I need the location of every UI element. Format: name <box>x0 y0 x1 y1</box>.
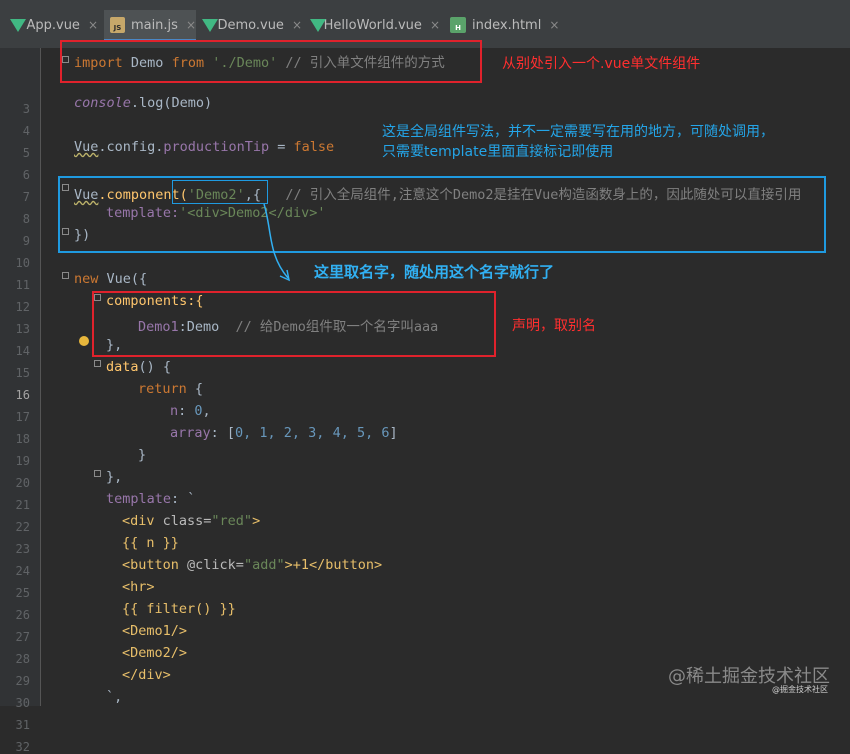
line-number[interactable]: 9 <box>0 234 30 248</box>
close-icon[interactable]: × <box>186 18 196 32</box>
line-number[interactable]: 4 <box>0 124 30 138</box>
tab-label: index.html <box>472 17 542 33</box>
editor-tab-bar: App.vue × JS main.js × Demo.vue × HelloW… <box>0 0 850 48</box>
code-line-27[interactable]: <hr> <box>122 579 155 595</box>
line-number[interactable]: 28 <box>0 652 30 666</box>
tab-label: main.js <box>130 17 178 33</box>
code-line-9[interactable]: Vue.component('Demo2',{ // 引入全局组件,注意这个De… <box>74 183 801 203</box>
tab-label: App.vue <box>26 17 80 33</box>
code-line-5[interactable]: console.log(Demo) <box>74 95 212 111</box>
arrow-icon <box>263 203 291 282</box>
code-line-32[interactable]: `, <box>106 689 122 705</box>
line-number[interactable]: 14 <box>0 344 30 358</box>
code-line-14[interactable]: components:{ <box>106 293 204 309</box>
line-number[interactable]: 32 <box>0 740 30 754</box>
code-line-21[interactable]: } <box>138 447 146 463</box>
tab-label: Demo.vue <box>217 17 284 33</box>
code-line-26[interactable]: <button @click="add">+1</button> <box>122 557 382 573</box>
code-line-16[interactable]: }, <box>106 337 122 353</box>
close-icon[interactable]: × <box>292 18 302 32</box>
code-line-23[interactable]: template: ` <box>106 491 195 507</box>
tab-index-html[interactable]: H index.html × <box>450 10 560 40</box>
line-number[interactable]: 23 <box>0 542 30 556</box>
lightbulb-icon[interactable] <box>79 336 89 346</box>
code-line-20[interactable]: array: [0, 1, 2, 3, 4, 5, 6] <box>170 425 398 441</box>
fold-marker-icon[interactable] <box>94 360 101 367</box>
html-file-icon: H <box>450 17 466 33</box>
code-line-25[interactable]: {{ n }} <box>122 535 179 551</box>
tab-main-js[interactable]: JS main.js × <box>104 10 196 42</box>
line-number[interactable]: 21 <box>0 498 30 512</box>
fold-marker-icon[interactable] <box>62 228 69 235</box>
line-number[interactable]: 26 <box>0 608 30 622</box>
tab-helloworld-vue[interactable]: HelloWorld.vue × <box>310 10 440 40</box>
line-number[interactable]: 25 <box>0 586 30 600</box>
line-number[interactable]: 20 <box>0 476 30 490</box>
tab-label: HelloWorld.vue <box>323 17 422 33</box>
import-note: 从别处引入一个.vue单文件组件 <box>502 56 701 72</box>
line-number[interactable]: 29 <box>0 674 30 688</box>
code-line-3[interactable]: import Demo from './Demo' // 引入单文件组件的方式 <box>74 51 445 71</box>
line-number[interactable]: 22 <box>0 520 30 534</box>
close-icon[interactable]: × <box>549 18 559 32</box>
code-line-19[interactable]: n: 0, <box>170 403 211 419</box>
code-line-29[interactable]: <Demo1/> <box>122 623 187 639</box>
line-number[interactable]: 10 <box>0 256 30 270</box>
fold-marker-icon[interactable] <box>94 470 101 477</box>
code-line-28[interactable]: {{ filter() }} <box>122 601 236 617</box>
code-line-22[interactable]: }, <box>106 469 122 485</box>
line-number[interactable]: 18 <box>0 432 30 446</box>
line-number[interactable]: 24 <box>0 564 30 578</box>
close-icon[interactable]: × <box>430 18 440 32</box>
tab-app-vue[interactable]: App.vue × <box>10 10 98 40</box>
global-note-line-2: 只需要template里面直接标记即使用 <box>382 144 614 160</box>
global-note-line-1: 这是全局组件写法，并不一定需要写在用的地方，可随处调用， <box>382 124 774 140</box>
fold-marker-icon[interactable] <box>94 294 101 301</box>
tab-demo-vue[interactable]: Demo.vue × <box>202 10 302 40</box>
line-number[interactable]: 13 <box>0 322 30 336</box>
fold-marker-icon[interactable] <box>62 184 69 191</box>
name-note: 这里取名字，随处用这个名字就行了 <box>314 263 555 281</box>
line-number[interactable]: 7 <box>0 190 30 204</box>
fold-marker-icon[interactable] <box>62 56 69 63</box>
line-number[interactable]: 31 <box>0 718 30 732</box>
code-line-31[interactable]: </div> <box>122 667 171 683</box>
code-line-15[interactable]: Demo1:Demo // 给Demo组件取一个名字叫aaa <box>138 315 438 335</box>
line-number[interactable]: 15 <box>0 366 30 380</box>
code-line-7[interactable]: Vue.config.productionTip = false <box>74 139 334 155</box>
line-number[interactable]: 19 <box>0 454 30 468</box>
active-tab-indicator <box>104 39 196 42</box>
vue-icon <box>10 19 26 32</box>
code-line-30[interactable]: <Demo2/> <box>122 645 187 661</box>
line-number[interactable]: 16 <box>0 388 30 402</box>
vue-icon <box>310 19 326 32</box>
line-number[interactable]: 3 <box>0 102 30 116</box>
line-number[interactable]: 8 <box>0 212 30 226</box>
vue-icon <box>202 19 218 32</box>
code-line-24[interactable]: <div class="red"> <box>122 513 260 529</box>
line-number[interactable]: 12 <box>0 300 30 314</box>
code-line-17[interactable]: data() { <box>106 359 171 375</box>
line-number[interactable]: 11 <box>0 278 30 292</box>
gutter-divider <box>40 48 41 706</box>
declare-note: 声明，取别名 <box>512 318 596 334</box>
line-number[interactable]: 17 <box>0 410 30 424</box>
line-number-gutter: 3 4 5 6 7 8 9 10 11 12 13 14 15 16 17 18 19 20 21 22 23 24 25 2… <box>0 48 40 754</box>
line-number[interactable]: 27 <box>0 630 30 644</box>
code-line-13[interactable]: new Vue({ <box>74 271 147 287</box>
watermark-small: @掘金技术社区 <box>772 685 828 694</box>
code-line-18[interactable]: return { <box>138 381 203 397</box>
code-line-11[interactable]: }) <box>74 227 90 243</box>
js-file-icon: JS <box>110 17 125 33</box>
close-icon[interactable]: × <box>88 18 98 32</box>
line-number[interactable]: 6 <box>0 168 30 182</box>
line-number[interactable]: 5 <box>0 146 30 160</box>
fold-marker-icon[interactable] <box>62 272 69 279</box>
line-number[interactable]: 30 <box>0 696 30 710</box>
